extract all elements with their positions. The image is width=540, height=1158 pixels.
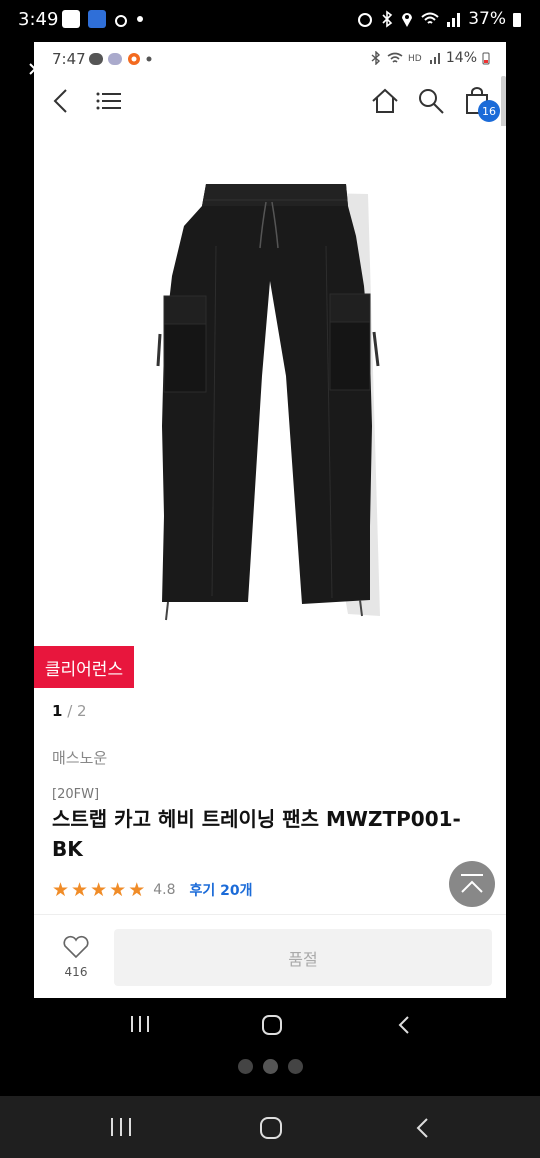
sold-out-button[interactable]: 품절 bbox=[114, 929, 492, 986]
star-icon: ★ bbox=[128, 879, 146, 901]
home-nav-button[interactable] bbox=[260, 1014, 284, 1036]
bluetooth-icon bbox=[371, 51, 380, 65]
scroll-top-button[interactable] bbox=[449, 861, 495, 907]
signal-icon bbox=[429, 53, 440, 64]
inner-battery-text: 14% bbox=[445, 50, 477, 66]
heart-icon bbox=[63, 935, 89, 959]
hd-voice-icon: HD bbox=[408, 54, 422, 64]
battery-icon bbox=[482, 52, 490, 65]
outer-notification-icons bbox=[62, 10, 144, 28]
like-button[interactable]: 416 bbox=[56, 935, 96, 979]
recent-apps-icon bbox=[131, 1016, 149, 1032]
recent-apps-button[interactable] bbox=[128, 1014, 152, 1034]
bottom-action-bar: 416 품절 bbox=[34, 914, 506, 998]
outer-navigation-bar bbox=[0, 1096, 540, 1158]
cart-count-badge: 16 bbox=[478, 100, 500, 122]
page-dot bbox=[262, 1058, 278, 1074]
product-image[interactable] bbox=[34, 126, 506, 686]
home-icon bbox=[372, 88, 398, 113]
season-label: [20FW] bbox=[52, 787, 100, 802]
clearance-badge: 클리어런스 bbox=[34, 646, 134, 688]
orange-app-icon bbox=[128, 53, 140, 65]
wifi-icon bbox=[421, 12, 439, 24]
app-notification-icon-2 bbox=[88, 10, 106, 28]
page-dot bbox=[287, 1058, 303, 1074]
app-header: 16 bbox=[34, 76, 506, 126]
brand-link[interactable]: 매스노운 bbox=[52, 747, 107, 768]
inner-system-icons: HD 14% bbox=[370, 50, 490, 66]
signal-icon bbox=[447, 13, 461, 27]
scroll-top-icon bbox=[461, 874, 483, 893]
menu-icon bbox=[96, 92, 121, 110]
back-nav-icon bbox=[416, 1118, 428, 1138]
recent-apps-icon bbox=[111, 1118, 131, 1136]
rating-score: 4.8 bbox=[153, 882, 176, 898]
alarm-icon bbox=[358, 13, 373, 27]
outer-battery-text: 37% bbox=[468, 9, 506, 29]
battery-icon bbox=[513, 13, 521, 27]
outer-home-button[interactable] bbox=[258, 1116, 284, 1140]
back-button[interactable] bbox=[44, 84, 78, 118]
back-icon bbox=[53, 89, 67, 113]
outer-clock: 3:49 bbox=[18, 9, 59, 30]
home-button[interactable] bbox=[368, 84, 402, 118]
location-icon bbox=[402, 13, 413, 27]
like-count: 416 bbox=[64, 965, 88, 979]
more-notifications-icon bbox=[137, 16, 143, 22]
star-icon: ★ bbox=[90, 879, 108, 901]
page-indicator bbox=[0, 1056, 540, 1076]
pager-separator: / bbox=[62, 702, 78, 720]
page-dot bbox=[237, 1058, 253, 1074]
app-notification-icon bbox=[62, 10, 80, 28]
cart-button[interactable]: 16 bbox=[460, 84, 500, 122]
inner-notification-icons bbox=[89, 52, 152, 66]
star-icon: ★ bbox=[71, 879, 89, 901]
rating-row: ★ ★ ★ ★ ★ 4.8 후기 20개 bbox=[52, 880, 253, 900]
cargo-pants-image bbox=[156, 184, 380, 621]
app-icon bbox=[108, 53, 122, 65]
inner-clock: 7:47 bbox=[52, 50, 86, 68]
outer-system-icons: 37% bbox=[356, 9, 522, 29]
image-pager: 1 / 2 bbox=[52, 702, 87, 720]
outer-back-button[interactable] bbox=[412, 1116, 432, 1140]
product-title: 스트랩 카고 헤비 트레이닝 팬츠 MWZTP001-BK bbox=[52, 807, 461, 861]
wifi-icon bbox=[387, 52, 403, 63]
search-button[interactable] bbox=[414, 84, 448, 118]
home-nav-icon bbox=[262, 1015, 282, 1035]
inner-status-bar: 7:47 HD 14% bbox=[34, 42, 506, 76]
search-icon bbox=[419, 89, 444, 114]
bluetooth-icon bbox=[382, 10, 393, 28]
review-count-link[interactable]: 후기 20개 bbox=[190, 880, 253, 900]
outer-status-bar: 3:49 37% bbox=[0, 0, 540, 42]
notification-icon-3 bbox=[115, 15, 127, 27]
star-icon: ★ bbox=[109, 879, 127, 901]
more-icon bbox=[146, 56, 152, 62]
pager-total: 2 bbox=[77, 702, 87, 720]
phone-screen: 7:47 HD 14% 16 클리어런스 1 / 2 매스노운 [20FW] 스… bbox=[34, 42, 506, 998]
menu-button[interactable] bbox=[92, 84, 126, 118]
inner-navigation-bar bbox=[0, 998, 540, 1054]
back-nav-button[interactable] bbox=[394, 1014, 414, 1036]
outer-recent-apps-button[interactable] bbox=[108, 1116, 134, 1138]
talk-icon bbox=[89, 53, 103, 65]
pager-current: 1 bbox=[52, 702, 63, 720]
star-icon: ★ bbox=[52, 879, 70, 901]
svg-text:HD: HD bbox=[408, 54, 422, 64]
home-nav-icon bbox=[260, 1117, 282, 1139]
back-nav-icon bbox=[398, 1016, 409, 1034]
